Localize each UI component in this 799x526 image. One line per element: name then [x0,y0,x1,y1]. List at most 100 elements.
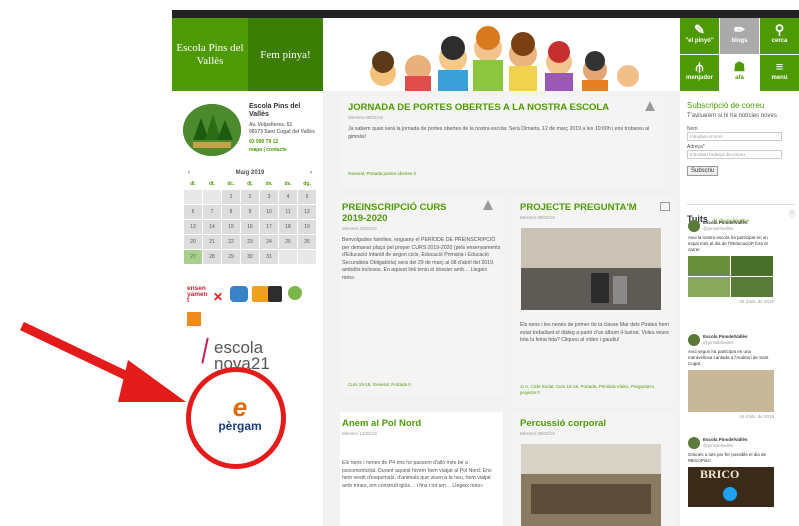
tile-afa[interactable]: ☗ afa [720,55,759,91]
calendar-day[interactable]: 25 [279,235,297,249]
partner-logo-3[interactable] [268,286,282,302]
top-dark-strip [172,10,799,18]
tweet-text: Avui segon ha participat en una meravell… [688,349,769,366]
tweet-time[interactable]: 26 d'abr. de 2019 [688,414,774,420]
calendar-day[interactable]: 27 [184,250,202,264]
calendar-next-button[interactable]: › [310,170,312,176]
email-input[interactable]: Introduïu l'adreça de correu [687,150,782,159]
tweet-3: Escola PinsdelVallès @pinsdelvalles Gràci… [688,437,774,507]
post-preinscripcio: PREINSCRIPCIÓ CURS 2019-2020 Mestres 22/… [340,196,503,396]
calendar-empty-cell [298,250,316,264]
post-categories[interactable]: Curs 19-19, General, Portada 0 [348,382,411,387]
tile-blogs[interactable]: ✏ blogs [720,18,759,54]
calendar-day[interactable]: 4 [279,190,297,204]
calendar-widget: ‹ Maig 2019 › dl. dt. dc. dj. dv. ds. dg. 1 2 3 4 5… [184,170,316,264]
tile-menjador[interactable]: ⫛ menjador [680,55,719,91]
tile-cerca[interactable]: ⚲ cerca [760,18,799,54]
info-icon[interactable]: ⓘ [789,209,795,218]
calendar-day-header: ds. [284,181,292,187]
calendar-day[interactable]: 28 [203,250,221,264]
post-title[interactable]: Anem al Pol Nord [342,418,501,429]
calendar-day[interactable]: 17 [260,220,278,234]
calendar-day[interactable]: 7 [203,205,221,219]
calendar-day[interactable]: 24 [260,235,278,249]
tweet-text: Gràcies a tots per fer possible el dia d… [688,452,767,463]
calendar-day[interactable]: 11 [279,205,297,219]
warning-icon [645,101,655,111]
post-image[interactable] [521,444,661,526]
post-title[interactable]: JORNADA DE PORTES OBERTES A LA NOSTRA ES… [348,102,657,113]
address-line-2: 08173 Sant Cugat del Vallès [249,129,315,135]
slogan-link[interactable]: Fem pinya! [248,18,323,91]
school-name: Escola Pins del Vallès [249,103,301,118]
calendar-day[interactable]: 14 [203,220,221,234]
tweet-photos[interactable] [688,256,774,297]
post-projecte-preguntam: PROJECTE PREGUNTA'M Mestres 08/03/19 Els… [512,196,675,406]
play-icon[interactable] [723,487,737,501]
calendar-day[interactable]: 19 [298,220,316,234]
calendar-day[interactable]: 30 [241,250,259,264]
calendar-day[interactable]: 8 [222,205,240,219]
calendar-empty-cell [184,190,202,204]
calendar-day[interactable]: 23 [241,235,259,249]
tweet-2: Escola PinsdelVallès @pinsdelvalles Avui … [688,334,774,420]
post-categories[interactable]: General, Portada portes obertes 0 [348,171,416,176]
post-title[interactable]: PREINSCRIPCIÓ CURS 2019-2020 [342,202,472,224]
pine-trees-logo [183,104,241,156]
calendar-day[interactable]: 13 [184,220,202,234]
calendar-day[interactable]: 2 [241,190,259,204]
subscribe-button[interactable]: Subscriu [687,166,719,176]
calendar-day[interactable]: 20 [184,235,202,249]
tweet-user: Escola PinsdelVallès [703,437,748,442]
calendar-day[interactable]: 18 [279,220,297,234]
tweet-time[interactable]: 25 d'abr. de 2019 [688,299,774,305]
red-arrow-annotation [20,321,186,402]
tweet-text: Avui la nostra escola ha participat en u… [688,235,768,252]
tweet-photo[interactable] [688,370,774,412]
avatar [688,334,700,346]
post-categories[interactable]: 1r A, Cicle Inicial, Curs 18-19, Portada… [520,384,670,396]
red-circle-annotation [186,367,286,469]
partner-logo-1[interactable] [230,286,248,302]
school-logo[interactable] [183,104,241,156]
tile-el-pinyo[interactable]: ✎ "el pinyó" [680,18,719,54]
post-portes-obertes: JORNADA DE PORTES OBERTES A LA NOSTRA ES… [340,96,665,188]
calendar-day[interactable]: 22 [222,235,240,249]
calendar-day-header: dt. [208,181,216,187]
calendar-day[interactable]: 31 [260,250,278,264]
pencil-icon: ✏ [734,22,745,37]
tweet-user: Escola PinsdelVallès [703,334,748,339]
post-title[interactable]: PROJECTE PREGUNTA'M [520,202,667,213]
calendar-day[interactable]: 15 [222,220,240,234]
calendar-day[interactable]: 21 [203,235,221,249]
ensenyament-logo[interactable]: ensenyament [187,285,209,304]
calendar-day[interactable]: 16 [241,220,259,234]
site-title-link[interactable]: Escola Pins del Vallès [172,18,248,91]
tweet-handle: @pinsdelvalles [703,226,734,231]
map-contact-links[interactable]: mapa | contacte [249,147,319,154]
tweet-1: Escola PinsdelVallès @pinsdelvalles Avui … [688,220,774,305]
calendar-empty-cell [279,250,297,264]
calendar-day[interactable]: 9 [241,205,259,219]
post-video-thumbnail[interactable] [521,228,661,310]
calendar-day-header: dj. [247,181,253,187]
calendar-day[interactable]: 10 [260,205,278,219]
post-title[interactable]: Percussió corporal [520,418,667,429]
tweet-video[interactable]: BRICO [688,467,774,507]
calendar-day[interactable]: 26 [298,235,316,249]
calendar-day[interactable]: 1 [222,190,240,204]
name-input[interactable]: Introduïu el nom [687,132,782,141]
calendar-empty-cell [203,190,221,204]
calendar-day[interactable]: 29 [222,250,240,264]
partner-logo-4[interactable] [288,286,302,300]
calendar-day[interactable]: 5 [298,190,316,204]
calendar-prev-button[interactable]: ‹ [188,170,190,176]
people-icon: ☗ [733,59,746,74]
post-pol-nord: Anem al Pol Nord Mestres 12/03/19 Els ne… [340,412,503,526]
calendar-day[interactable]: 6 [184,205,202,219]
calendar-day[interactable]: 12 [298,205,316,219]
post-percussio: Percussió corporal Mestres 06/03/19 [512,412,675,526]
school-info: Escola Pins del Vallès Av. Volpelleres, … [249,103,319,154]
tile-menu[interactable]: ≡ menú [760,55,799,91]
calendar-day[interactable]: 3 [260,190,278,204]
